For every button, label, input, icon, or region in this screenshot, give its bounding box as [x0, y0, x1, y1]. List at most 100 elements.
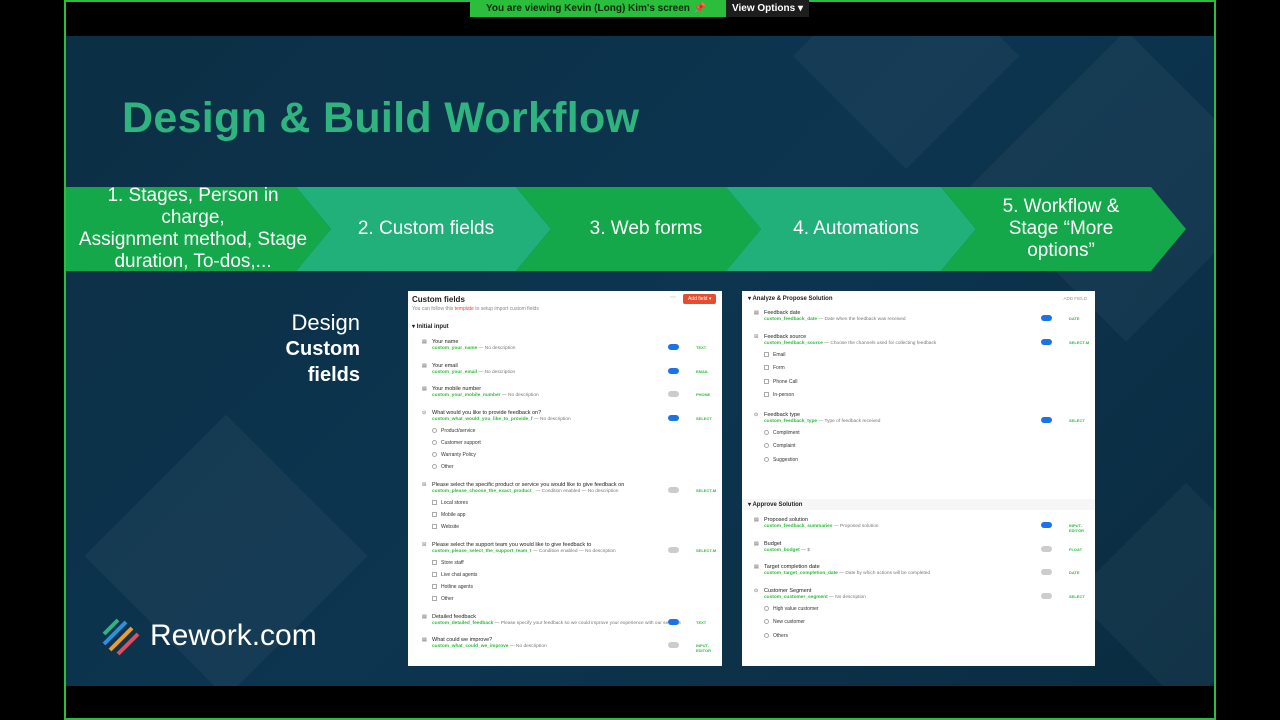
design-label-line2: Custom fields — [285, 338, 360, 386]
required-toggle[interactable] — [668, 618, 679, 625]
step-2-label: 2. Custom fields — [357, 218, 495, 239]
required-toggle[interactable] — [1041, 522, 1052, 528]
required-toggle[interactable] — [1041, 545, 1052, 552]
required-toggle[interactable] — [668, 414, 679, 421]
field-name: Proposed solution — [764, 517, 809, 523]
field-type-badge: SELECT — [1069, 593, 1085, 599]
field-type-badge: SELECT — [696, 415, 712, 421]
field-name: Target completion date — [764, 564, 820, 570]
field-key: custom_detailed_feedback — Please specif… — [432, 620, 681, 626]
field-name: Feedback date — [764, 310, 801, 316]
field-option: Phone Call — [764, 379, 797, 385]
field-key: custom_feedback_source — Choose the chan… — [764, 340, 937, 346]
field-option: Product/service — [432, 428, 475, 434]
field-option: Warranty Policy — [432, 452, 476, 458]
field-name: Your email — [432, 362, 458, 369]
field-type-badge: DATE — [1069, 570, 1080, 575]
field-key: custom_budget — $ — [764, 547, 810, 553]
field-option: Live chat agents — [432, 572, 477, 578]
required-toggle[interactable] — [668, 367, 679, 374]
field-name: Your mobile number — [432, 386, 482, 392]
section-analyze: ▾ Analyze & Propose Solution — [742, 293, 1095, 304]
required-toggle[interactable] — [668, 344, 679, 350]
screen-share-bar: You are viewing Kevin (Long) Kim's scree… — [470, 0, 809, 17]
required-toggle[interactable] — [668, 546, 679, 553]
field-name: What would you like to provide feedback … — [432, 409, 542, 416]
field-key: custom_please_select_the_support_team_t … — [432, 548, 616, 554]
field-option: Complaint — [764, 443, 796, 449]
field-type-icon: ☒ — [422, 481, 427, 488]
field-option: Website — [432, 524, 459, 530]
field-type-icon: ▤ — [422, 386, 427, 392]
field-type-icon: ▤ — [422, 637, 427, 643]
section-initial-input: ▾ Initial input — [412, 324, 449, 330]
required-toggle[interactable] — [668, 391, 679, 397]
pin-icon[interactable]: 📌 — [694, 3, 706, 14]
field-type-icon: ▤ — [754, 564, 759, 570]
required-toggle[interactable] — [1041, 592, 1052, 599]
required-toggle[interactable] — [1041, 416, 1052, 423]
field-type-icon: ⊙ — [754, 411, 759, 418]
field-type-badge: SELECT-M — [696, 487, 717, 493]
field-option: Hotline agents — [432, 584, 473, 590]
logo-text: Rework.com — [150, 619, 317, 652]
field-option: Suggestion — [764, 457, 798, 463]
field-key: custom_customer_segment — No description — [764, 594, 866, 600]
field-option: In-person — [764, 392, 794, 398]
section-approve: ▾ Approve Solution — [742, 499, 1095, 510]
field-type-badge: SELECT-M — [696, 547, 717, 553]
required-toggle[interactable] — [1041, 338, 1052, 345]
field-option: Mobile app — [432, 512, 465, 518]
field-option: Other — [432, 464, 454, 470]
field-type-icon: ☒ — [754, 333, 759, 340]
required-toggle[interactable] — [668, 642, 679, 648]
field-option: High value customer — [764, 606, 819, 612]
field-name: Please select the specific product or se… — [432, 481, 625, 488]
field-key: custom_your_mobile_number — No descripti… — [432, 393, 539, 398]
design-label: Design Custom fields — [228, 310, 360, 388]
panel-hint: You can follow this template to setup im… — [412, 306, 539, 312]
view-options-button[interactable]: View Options ▾ — [726, 0, 809, 17]
required-toggle[interactable] — [1041, 315, 1052, 321]
template-link[interactable]: template — [455, 306, 474, 312]
field-option: Form — [764, 365, 785, 371]
field-type-badge: EMAIL — [696, 368, 709, 374]
field-name: Your name — [432, 339, 459, 345]
more-icon[interactable]: ⋯ — [670, 294, 676, 301]
stage-fields-panel: ▾ Analyze & Propose Solution ADD FIELD ▤… — [742, 291, 1095, 666]
field-type-badge: FLOAT — [1069, 546, 1083, 552]
field-type-badge: DATE — [1069, 316, 1080, 321]
bottom-bar — [66, 686, 1214, 718]
rework-logo: Rework.com — [100, 616, 317, 656]
add-field-link[interactable]: ADD FIELD — [1063, 296, 1087, 301]
step-3-label: 3. Web forms — [589, 218, 703, 239]
field-option: Email — [764, 352, 786, 358]
field-type-icon: ☒ — [422, 541, 427, 548]
field-type-icon: ▤ — [754, 540, 759, 547]
custom-fields-panel: Custom fields You can follow this templa… — [408, 291, 722, 666]
field-option: Store staff — [432, 560, 464, 566]
shared-screen-frame: Design & Build Workflow 1. Stages, Perso… — [64, 0, 1216, 720]
field-option: Other — [432, 596, 454, 602]
field-type-icon: ▤ — [422, 613, 427, 620]
add-field-button[interactable]: Add field ▾ — [683, 294, 717, 304]
field-type-icon: ⊙ — [422, 409, 427, 416]
field-type-icon: ▤ — [422, 339, 427, 345]
field-key: custom_your_email — No description — [432, 369, 516, 375]
field-name: Feedback type — [764, 411, 801, 418]
field-option: Compliment — [764, 430, 800, 436]
field-type-badge: SELECT — [1069, 417, 1085, 423]
field-type-badge: TEXT — [696, 345, 707, 350]
field-key: custom_your_name — No description — [432, 346, 516, 351]
field-type-badge: TEXT — [696, 619, 707, 625]
field-key: custom_feedback_date — Date when the fee… — [764, 317, 906, 322]
required-toggle[interactable] — [668, 486, 679, 493]
viewing-banner: You are viewing Kevin (Long) Kim's scree… — [470, 0, 726, 17]
field-type-badge: PHONE — [696, 392, 711, 397]
field-name: Customer Segment — [764, 587, 812, 594]
field-option: Customer support — [432, 440, 481, 446]
field-type-badge: INPUT-EDITOR — [1069, 523, 1085, 533]
design-label-line1: Design — [291, 310, 360, 335]
presentation-slide: Design & Build Workflow 1. Stages, Perso… — [66, 36, 1214, 686]
required-toggle[interactable] — [1041, 569, 1052, 575]
